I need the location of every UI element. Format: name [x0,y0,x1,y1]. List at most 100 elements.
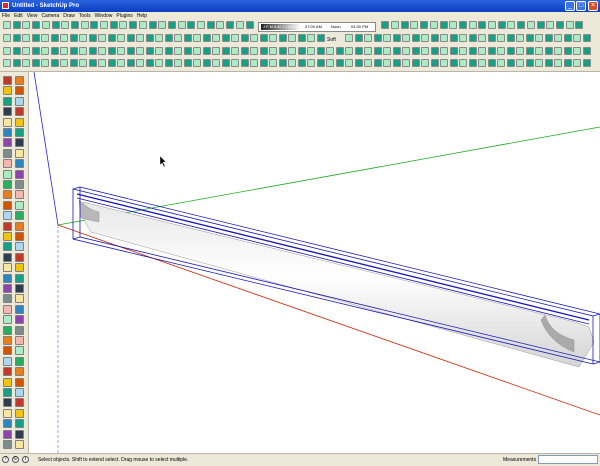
palette-tool-button[interactable] [15,429,24,439]
toolbar-row-1-tool-button[interactable] [90,21,99,29]
palette-tool-button[interactable] [3,221,12,231]
toolbar-row-3-tool-button[interactable] [373,47,382,55]
palette-tool-button[interactable] [3,242,12,252]
toolbar-row-2-tool-button[interactable] [212,34,220,42]
palette-tool-button[interactable] [15,377,24,387]
toolbar-row-3-tool-button[interactable] [297,47,306,55]
toolbar-row-1-tool-button[interactable] [158,21,167,29]
palette-tool-button[interactable] [15,76,24,85]
palette-tool-button[interactable] [3,96,12,106]
toolbar-row-4-tool-button[interactable] [107,59,116,67]
toolbar-row-3-tool-button[interactable] [250,47,258,55]
palette-tool-button[interactable] [3,408,12,418]
palette-tool-button[interactable] [3,190,12,200]
toolbar-row-2-tool-button[interactable] [164,34,173,42]
palette-tool-button[interactable] [15,388,24,397]
toolbar-row-1-tool-button[interactable] [187,21,196,29]
palette-tool-button[interactable] [3,377,12,387]
toolbar-row-4-tool-button[interactable] [50,59,59,67]
toolbar-row-3-tool-button[interactable] [573,47,581,55]
toolbar-row-3-tool-button[interactable] [50,47,59,55]
palette-tool-button[interactable] [15,169,24,179]
toolbar-row-1-tool-button[interactable] [138,21,147,29]
toolbar-row-3-tool-button[interactable] [478,47,486,55]
toolbar-row-3-tool-button[interactable] [136,47,144,55]
palette-tool-button[interactable] [3,273,12,283]
toolbar-row-3-tool-button[interactable] [421,47,429,55]
toolbar-row-4-tool-button[interactable] [468,59,477,67]
menu-draw[interactable]: Draw [61,12,77,20]
toolbar-row-2-tool-button[interactable] [487,34,496,42]
toolbar-row-3-tool-button[interactable] [117,47,125,55]
palette-tool-button[interactable] [3,76,12,85]
palette-tool-button[interactable] [3,263,12,273]
palette-tool-button[interactable] [3,252,12,262]
toolbar-row-4-tool-button[interactable] [155,59,163,67]
palette-tool-button[interactable] [15,346,24,356]
toolbar-row-4-tool-button[interactable] [69,59,78,67]
palette-tool-button[interactable] [15,138,24,148]
toolbar-row-3-tool-button[interactable] [449,47,458,55]
toolbar-row-2-tool-button[interactable] [525,34,534,42]
toolbar-row-4-tool-button[interactable] [487,59,496,67]
toolbar-row-3-tool-button[interactable] [383,47,391,55]
toolbar-row-3-tool-button[interactable] [307,47,315,55]
toolbar-row-1-tool-button[interactable] [468,21,477,29]
toolbar-row-2-tool-button[interactable] [22,34,30,42]
toolbar-row-3-tool-button[interactable] [525,47,534,55]
palette-tool-button[interactable] [15,273,24,283]
toolbar-row-4-tool-button[interactable] [136,59,144,67]
drawing-viewport[interactable] [29,72,600,453]
toolbar-row-2-tool-button[interactable] [136,34,144,42]
toolbar-row-4-tool-button[interactable] [231,59,239,67]
palette-tool-button[interactable] [3,346,12,356]
toolbar-row-3-tool-button[interactable] [544,47,553,55]
toolbar-row-4-tool-button[interactable] [79,59,87,67]
toolbar-row-3-tool-button[interactable] [3,47,11,55]
toolbar-row-1-tool-button[interactable] [235,21,244,29]
palette-tool-button[interactable] [3,138,12,148]
toolbar-row-4-tool-button[interactable] [402,59,410,67]
toolbar-row-4-tool-button[interactable] [60,59,68,67]
palette-tool-button[interactable] [3,148,12,158]
toolbar-row-4-tool-button[interactable] [411,59,420,67]
palette-tool-button[interactable] [15,284,24,293]
toolbar-row-2-tool-button[interactable] [345,34,353,42]
toolbar-row-2-tool-button[interactable] [316,34,325,42]
toolbar-row-1-tool-button[interactable] [167,21,176,29]
toolbar-row-4-tool-button[interactable] [307,59,315,67]
palette-tool-button[interactable] [15,367,24,377]
toolbar-row-3-tool-button[interactable] [345,47,353,55]
toolbar-row-3-tool-button[interactable] [79,47,87,55]
toolbar-row-4-tool-button[interactable] [430,59,439,67]
toolbar-row-2-tool-button[interactable] [364,34,372,42]
menu-help[interactable]: Help [135,12,149,20]
toolbar-row-1-tool-button[interactable] [400,21,409,29]
measurements-input[interactable] [538,455,598,464]
toolbar-row-1-tool-button[interactable] [119,21,128,29]
toolbar-row-2-tool-button[interactable] [392,34,401,42]
toolbar-row-3-tool-button[interactable] [335,47,344,55]
palette-tool-button[interactable] [3,107,12,117]
palette-tool-button[interactable] [3,294,12,304]
toolbar-row-4-tool-button[interactable] [174,59,182,67]
palette-tool-button[interactable] [3,200,12,210]
toolbar-row-4-tool-button[interactable] [497,59,505,67]
toolbar-row-2-tool-button[interactable] [183,34,192,42]
toolbar-row-3-tool-button[interactable] [193,47,201,55]
toolbar-row-2-tool-button[interactable] [554,34,562,42]
toolbar-row-2-tool-button[interactable] [231,34,239,42]
palette-tool-button[interactable] [15,200,24,210]
toolbar-row-2-tool-button[interactable] [221,34,230,42]
toolbar-row-1-tool-button[interactable] [410,21,419,29]
toolbar-row-1-tool-button[interactable] [536,21,545,29]
toolbar-row-4-tool-button[interactable] [297,59,306,67]
palette-tool-button[interactable] [3,419,12,429]
toolbar-row-1-tool-button[interactable] [3,21,11,29]
toolbar-row-1-tool-button[interactable] [109,21,118,29]
toolbar-row-3-tool-button[interactable] [326,47,334,55]
palette-tool-button[interactable] [15,159,24,169]
toolbar-row-3-tool-button[interactable] [487,47,496,55]
toolbar-row-2-tool-button[interactable] [41,34,49,42]
toolbar-row-4-tool-button[interactable] [240,59,249,67]
